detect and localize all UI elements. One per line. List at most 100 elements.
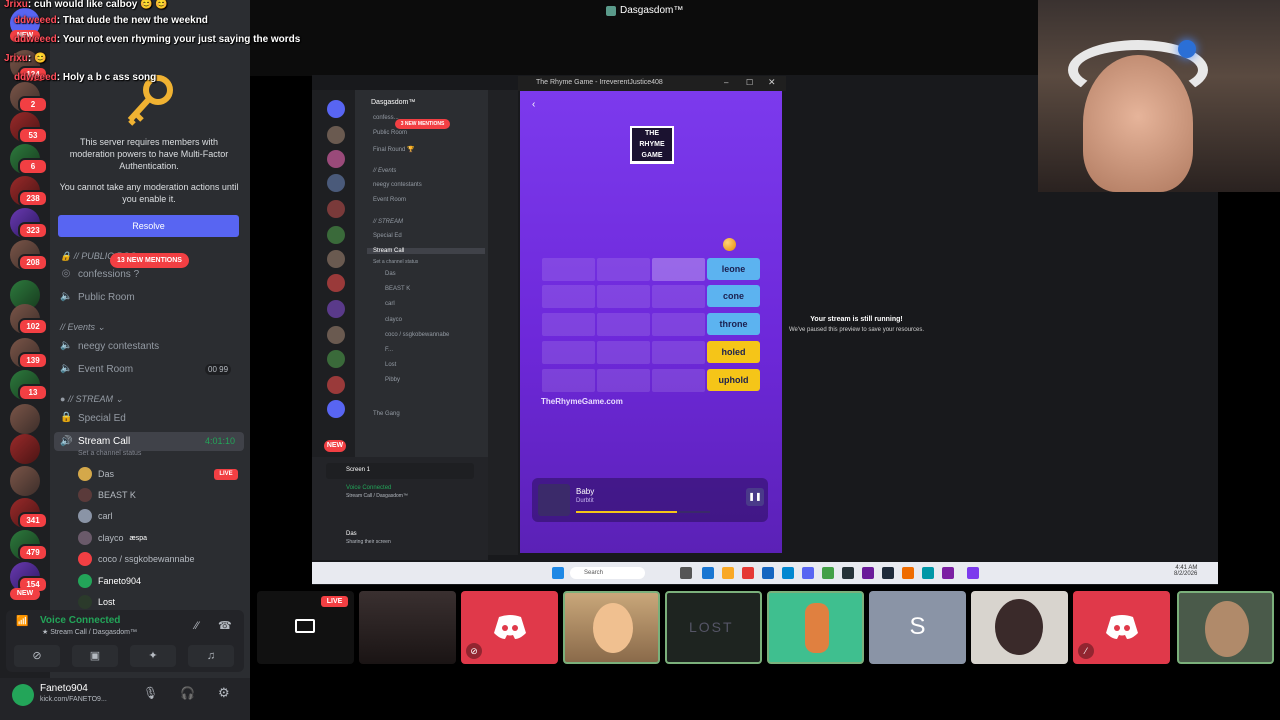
word-tile[interactable]: holed [707,341,760,363]
taskbar-app-icon[interactable] [882,567,894,579]
user-tile[interactable]: ⊘ [461,591,558,664]
taskbar-app-icon[interactable] [967,567,979,579]
channel-public-room[interactable]: 🔈 Public Room [60,291,135,303]
channel-special-ed[interactable]: 🔒 Special Ed [60,412,126,424]
category-stream[interactable]: ● // STREAM ⌄ [60,394,123,405]
inner-user-status: Sharing their screen [346,539,391,545]
channel-event-room[interactable]: 🔈 Event Room [60,363,133,375]
progress-track[interactable] [576,511,710,513]
channel-status[interactable]: Set a channel status [78,450,141,457]
voice-status[interactable]: Voice Connected [40,615,120,626]
user-tile[interactable]: ⁄ [1073,591,1170,664]
word-tile[interactable]: throne [707,313,760,335]
grid-cell [597,285,650,308]
user-tile[interactable]: S [869,591,966,664]
close-icon[interactable]: ✕ [768,77,776,88]
voice-location[interactable]: ★ Stream Call / Dasgasdom™ [42,628,137,636]
server-icon [606,5,616,16]
voice-user[interactable]: Lost [78,595,115,609]
minimize-icon[interactable]: – [724,78,728,87]
unread-badge: 13 [18,384,48,401]
taskbar-app-icon[interactable] [680,567,692,579]
camera-button[interactable]: ⊘ [14,645,60,667]
taskbar-app-icon[interactable] [822,567,834,579]
screen-share-button[interactable]: ▣ [72,645,118,667]
taskbar-app-icon[interactable] [902,567,914,579]
server-icon[interactable] [10,466,40,496]
user-tile[interactable]: LOST [665,591,762,664]
voice-user[interactable]: Das [78,467,114,481]
gear-icon[interactable]: ⚙ [218,685,230,701]
unread-badge: 102 [18,318,48,335]
grid-cell [542,369,595,392]
disconnect-icon[interactable]: ☎ [218,619,232,632]
taskbar-app-icon[interactable] [722,567,734,579]
taskbar-app-icon[interactable] [802,567,814,579]
taskbar-search[interactable]: Search [570,567,645,579]
microphone-icon[interactable]: 🎙 [143,686,158,700]
taskbar-app-icon[interactable] [742,567,754,579]
taskbar-app-icon[interactable] [842,567,854,579]
user-tile[interactable] [1177,591,1274,664]
inner-category: // Events [373,168,397,174]
site-link[interactable]: TheRhymeGame.com [541,397,623,406]
unread-badge: 208 [18,254,48,271]
user-tile[interactable] [971,591,1068,664]
voice-user[interactable]: carl [78,509,113,523]
word-tile[interactable]: uphold [707,369,760,391]
activities-button[interactable]: ✦ [130,645,176,667]
unread-badge: 53 [18,127,48,144]
new-badge: NEW [10,588,40,600]
taskbar-app-icon[interactable] [862,567,874,579]
soundboard-button[interactable]: ♫ [188,645,234,667]
word-tile[interactable]: leone [707,258,760,280]
voice-user[interactable]: coco / ssgkobewannabe [78,552,195,566]
forum-icon: ◎ [61,268,71,279]
server-icon[interactable] [10,404,40,434]
voice-user[interactable]: BEAST K [78,488,136,502]
grid-cell [652,313,705,336]
noise-suppression-icon[interactable]: ⁄⁄ [195,620,199,632]
voice-user[interactable]: clayco æspa [78,531,147,545]
signal-icon[interactable]: 📶 [16,616,28,627]
word-tile[interactable]: cone [707,285,760,307]
inner-channel: Event Room [373,197,407,203]
user-tile[interactable] [767,591,864,664]
mentions-pill[interactable]: 13 NEW MENTIONS [110,253,189,268]
taskbar-app-icon[interactable] [702,567,714,579]
taskbar-app-icon[interactable] [762,567,774,579]
inner-toolbar [488,90,518,555]
new-badge: NEW [324,440,346,452]
server-icon[interactable] [10,434,40,464]
inner-channel: Public Room [373,130,408,136]
taskbar-app-icon[interactable] [922,567,934,579]
headphones-icon[interactable]: 🎧 [180,686,195,700]
avatar[interactable] [12,684,34,706]
inner-screen-label: Screen 1 [346,467,371,473]
start-icon[interactable] [552,567,564,579]
taskbar-app-icon[interactable] [942,567,954,579]
user-tile[interactable] [563,591,660,664]
rhyme-game[interactable]: ‹ THE RHYME GAME leone cone throne holed… [520,91,782,553]
game-window-titlebar[interactable]: The Rhyme Game - IrreverentJustice408 – … [518,76,786,91]
inner-category: // STREAM [373,219,404,225]
inner-channel: neegy contestants [373,182,422,188]
grid-cell [597,369,650,392]
voice-user[interactable]: Faneto904 [78,574,141,588]
pause-button[interactable]: ❚❚ [746,488,764,506]
unread-badge: 6 [18,158,48,175]
inner-voice-status: Voice Connected [346,485,392,491]
category-events[interactable]: // Events ⌄ [60,322,105,333]
avatar [78,531,92,545]
taskbar-app-icon[interactable] [782,567,794,579]
maximize-icon[interactable]: ☐ [746,78,753,87]
resolve-button[interactable]: Resolve [58,215,239,237]
unread-badge: 323 [18,222,48,239]
channel-neegy[interactable]: 🔈 neegy contestants [60,340,159,352]
lock-icon: 🔒 [60,412,73,423]
back-icon[interactable]: ‹ [532,99,535,110]
username[interactable]: Faneto904 [40,683,88,694]
channel-confessions[interactable]: ◎ confessions ? [60,268,140,280]
user-tile[interactable] [359,591,456,664]
unread-badge: 341 [18,512,48,529]
